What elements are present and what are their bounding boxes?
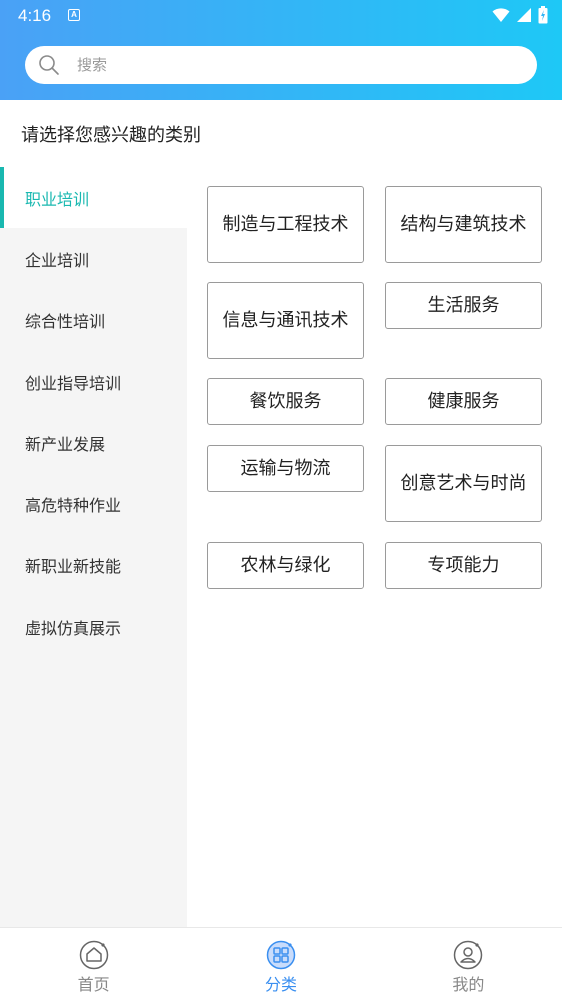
search-bar[interactable] xyxy=(25,46,537,84)
nav-label: 分类 xyxy=(264,975,297,994)
category-button[interactable]: 运输与物流 xyxy=(207,445,364,492)
sidebar-item-virtual-simulation[interactable]: 虚拟仿真展示 xyxy=(0,596,187,657)
sidebar-item-vocational-training[interactable]: 职业培训 xyxy=(0,167,187,229)
category-button[interactable]: 结构与建筑技术 xyxy=(385,186,542,263)
status-bar: 4:16 A xyxy=(0,0,562,32)
sidebar-item-new-skills[interactable]: 新职业新技能 xyxy=(0,535,187,596)
battery-icon xyxy=(538,6,548,24)
category-button[interactable]: 农林与绿化 xyxy=(207,542,364,589)
sidebar-item-hazardous-work[interactable]: 高危特种作业 xyxy=(0,473,187,534)
category-sidebar: 职业培训 企业培训 综合性培训 创业指导培训 新产业发展 高危特种作业 新职业新… xyxy=(0,167,187,928)
category-icon xyxy=(266,940,296,970)
status-icons xyxy=(492,6,548,24)
nav-tab-home[interactable]: 首页 xyxy=(0,928,187,1000)
nav-label: 首页 xyxy=(77,975,110,994)
category-button[interactable]: 信息与通讯技术 xyxy=(207,282,364,359)
category-button[interactable]: 创意艺术与时尚 xyxy=(385,445,542,522)
category-button[interactable]: 生活服务 xyxy=(385,282,542,329)
sidebar-item-enterprise-training[interactable]: 企业培训 xyxy=(0,228,187,289)
signal-icon xyxy=(517,8,531,22)
sidebar-item-comprehensive-training[interactable]: 综合性培训 xyxy=(0,290,187,351)
sidebar-item-new-industry[interactable]: 新产业发展 xyxy=(0,412,187,473)
search-icon xyxy=(39,55,59,75)
nav-tab-profile[interactable]: 我的 xyxy=(375,928,562,1000)
home-icon xyxy=(79,940,108,970)
notification-icon: A xyxy=(68,9,80,21)
nav-label: 我的 xyxy=(452,975,485,994)
wifi-icon xyxy=(492,8,510,22)
app-header: 4:16 A xyxy=(0,0,562,100)
category-button[interactable]: 餐饮服务 xyxy=(207,378,364,425)
profile-icon xyxy=(454,940,483,970)
status-time: 4:16 xyxy=(18,6,52,25)
sidebar-item-entrepreneurship-training[interactable]: 创业指导培训 xyxy=(0,351,187,412)
category-button[interactable]: 专项能力 xyxy=(385,542,542,589)
category-button[interactable]: 健康服务 xyxy=(385,378,542,425)
search-input[interactable] xyxy=(77,56,497,74)
category-button[interactable]: 制造与工程技术 xyxy=(207,186,364,263)
page-title: 请选择您感兴趣的类别 xyxy=(21,125,201,146)
bottom-nav: 首页 分类 我的 xyxy=(0,927,562,1000)
nav-tab-category[interactable]: 分类 xyxy=(187,928,374,1000)
